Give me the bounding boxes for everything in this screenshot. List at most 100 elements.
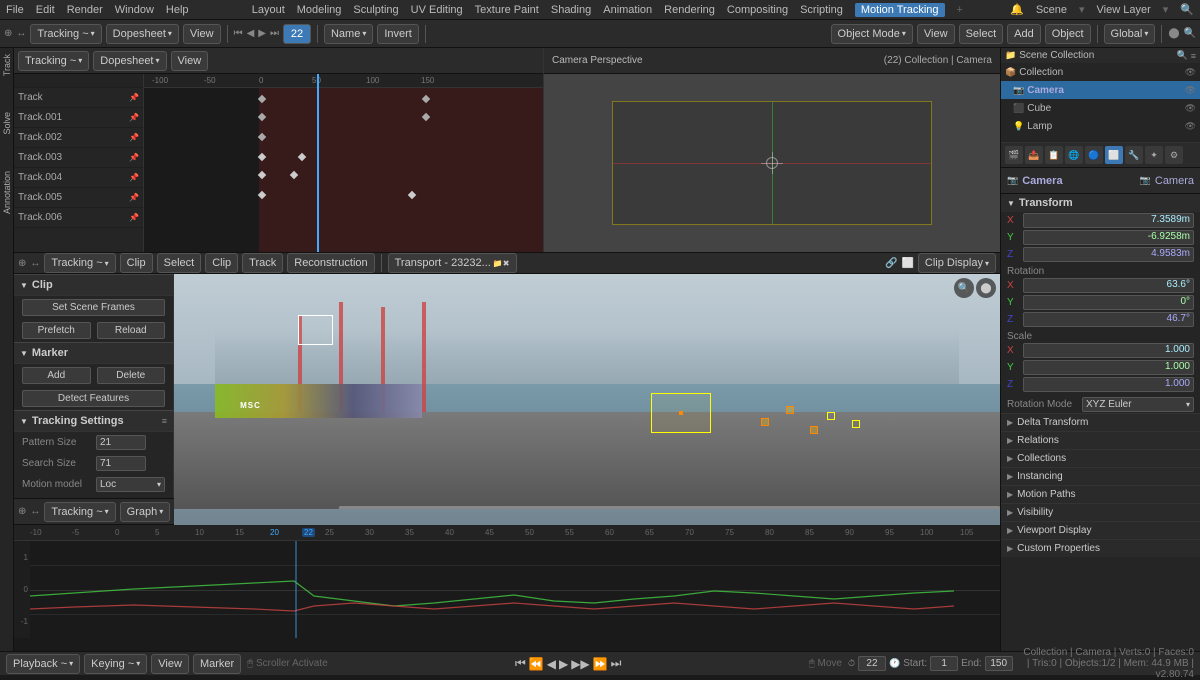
current-frame-display[interactable]: 22 [283,24,311,44]
track-row[interactable]: Track.004 📌 [14,168,143,188]
particles-props-btn[interactable]: ✦ [1145,146,1163,164]
dopesheet-dropdown[interactable]: Dopesheet▾ [106,24,179,44]
next-frame-btn[interactable]: ▶▶ [571,657,589,671]
scale-z[interactable]: 1.000 [1023,377,1194,392]
tab-compositing[interactable]: Compositing [727,4,788,16]
play-btn[interactable]: ▶ [559,657,568,671]
outliner-cube[interactable]: ⬛ Cube 👁 [1001,99,1200,117]
track-box[interactable] [651,393,711,433]
current-frame-num[interactable]: 22 [858,656,886,671]
location-z[interactable]: 4.9583m [1023,247,1194,262]
clip-track[interactable]: Track [242,253,283,273]
tab-sculpting[interactable]: Sculpting [353,4,398,16]
end-frame[interactable]: 150 [985,656,1013,671]
selection-box[interactable] [298,315,333,345]
global-dropdown[interactable]: Global▾ [1104,24,1156,44]
custom-props-header[interactable]: ▶ Custom Properties [1001,540,1200,557]
delete-marker-btn[interactable]: Delete [97,367,166,384]
prefetch-btn[interactable]: Prefetch [22,322,91,339]
clip-select[interactable]: Select [157,253,202,273]
rotation-y[interactable]: 0° [1023,295,1194,310]
clip-tracking-dropdown[interactable]: Tracking ~▾ [44,253,115,273]
menu-edit[interactable]: Edit [36,4,55,16]
scale-y[interactable]: 1.000 [1023,360,1194,375]
relations-header[interactable]: ▶ Relations [1001,432,1200,449]
clip-reconstruction[interactable]: Reconstruction [287,253,374,273]
menu-file[interactable]: File [6,4,24,16]
graph-tracking-dropdown[interactable]: Tracking ~▾ [44,502,115,522]
frame-back-btn[interactable]: ⏪ [529,657,544,671]
track-marker-5[interactable] [852,420,860,428]
clip-menu[interactable]: Clip [120,253,153,273]
tab-texture-paint[interactable]: Texture Paint [475,4,539,16]
bottom-marker-btn[interactable]: Marker [193,654,241,674]
menu-render[interactable]: Render [67,4,103,16]
graph-content[interactable]: 1 0 -1 [14,541,1000,638]
prev-frame-btn[interactable]: ◀ [547,657,556,671]
tracking-settings-header[interactable]: ▼ Tracking Settings ≡ [14,410,173,432]
view-menu[interactable]: View [183,24,221,44]
transport-label[interactable]: Transport - 23232... 📁✖ [388,253,517,273]
viewport-display-header[interactable]: ▶ Viewport Display [1001,522,1200,539]
detect-features-btn[interactable]: Detect Features [22,390,165,407]
tracking-dropdown[interactable]: Tracking ~▾ [30,24,101,44]
keying-dropdown[interactable]: Keying ~▾ [84,654,147,674]
track-row[interactable]: Track.006 📌 [14,208,143,228]
jump-start-btn[interactable]: ⏮ [515,656,526,671]
delta-transform-header[interactable]: ▶ Delta Transform [1001,414,1200,431]
track-row[interactable]: Track.003 📌 [14,148,143,168]
tab-scripting[interactable]: Scripting [800,4,843,16]
rotation-z[interactable]: 46.7° [1023,312,1194,327]
location-x[interactable]: 7.3589m [1023,213,1194,228]
track-marker-2[interactable] [786,406,794,414]
track-tab[interactable]: Track [0,52,14,78]
bottom-view-btn[interactable]: View [151,654,189,674]
track-row[interactable]: Track.001 📌 [14,108,143,128]
tab-uv-editing[interactable]: UV Editing [411,4,463,16]
visibility-header[interactable]: ▶ Visibility [1001,504,1200,521]
location-y[interactable]: -6.9258m [1023,230,1194,245]
ds-tracking-dropdown[interactable]: Tracking ~▾ [18,51,89,71]
dopesheet-timeline[interactable]: -100 -50 0 50 100 150 [144,74,543,252]
track-row[interactable]: Track.002 📌 [14,128,143,148]
jump-end-btn[interactable]: ⏭ [611,656,622,671]
modifier-props-btn[interactable]: 🔧 [1125,146,1143,164]
pattern-size-input[interactable] [96,435,146,450]
world-props-btn[interactable]: 🔵 [1085,146,1103,164]
marker-tools-header[interactable]: ▼ Marker [14,342,173,364]
outliner-lamp[interactable]: 💡 Lamp 👁 [1001,117,1200,135]
ds-view-btn[interactable]: View [171,51,209,71]
track-marker-3[interactable] [810,426,818,434]
collections-header[interactable]: ▶ Collections [1001,450,1200,467]
set-scene-frames-btn[interactable]: Set Scene Frames [22,299,165,316]
tab-animation[interactable]: Animation [603,4,652,16]
scene-props-btn[interactable]: 🌐 [1065,146,1083,164]
instancing-header[interactable]: ▶ Instancing [1001,468,1200,485]
zoom-control[interactable]: 🔍 [954,278,974,298]
ds-dopesheet-dropdown[interactable]: Dopesheet▾ [93,51,166,71]
scene-selector[interactable]: Scene [1036,4,1067,16]
clip-tools-header[interactable]: ▼ Clip [14,274,173,296]
solve-tab[interactable]: Solve [0,110,14,137]
object-mode-dropdown[interactable]: Object Mode▾ [831,24,913,44]
physics-props-btn[interactable]: ⚙ [1165,146,1183,164]
select-btn[interactable]: Select [959,24,1004,44]
track-marker-4[interactable] [827,412,835,420]
tab-rendering[interactable]: Rendering [664,4,715,16]
tab-shading[interactable]: Shading [551,4,591,16]
tab-modeling[interactable]: Modeling [297,4,342,16]
motion-paths-header[interactable]: ▶ Motion Paths [1001,486,1200,503]
view2-btn[interactable]: View [917,24,955,44]
clip-viewport[interactable]: MSC [174,274,1000,550]
outliner-collection[interactable]: 📦 Collection 👁 [1001,63,1200,81]
render-props-btn[interactable]: 🎬 [1005,146,1023,164]
outliner-camera[interactable]: 📷 Camera 👁 [1001,81,1200,99]
add-btn[interactable]: Add [1007,24,1041,44]
track-row[interactable]: Track 📌 [14,88,143,108]
frame-fwd-btn[interactable]: ⏩ [593,657,608,671]
clip-clip[interactable]: Clip [205,253,238,273]
menu-window[interactable]: Window [115,4,154,16]
name-field[interactable]: Name▾ [324,24,373,44]
camera-viewport[interactable] [544,74,1000,252]
search-size-input[interactable] [96,456,146,471]
